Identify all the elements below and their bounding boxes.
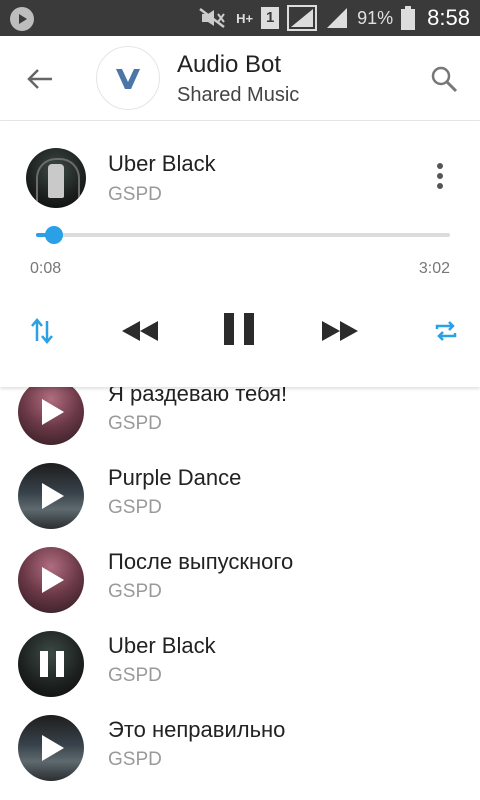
track-title: Purple Dance — [108, 465, 242, 490]
track-artist: GSPD — [108, 413, 162, 434]
app-bar: Audio Bot Shared Music — [0, 36, 480, 121]
track-artist: GSPD — [108, 497, 162, 518]
now-playing-cover — [26, 148, 86, 208]
now-playing-title: Uber Black — [108, 151, 216, 176]
page-title: Audio Bot — [177, 51, 282, 78]
play-status-icon — [10, 7, 34, 31]
search-icon[interactable] — [430, 65, 458, 93]
list-item[interactable]: Purple Dance GSPD — [0, 453, 480, 537]
battery-icon — [401, 6, 416, 30]
track-title: После выпускного — [108, 549, 294, 574]
status-icons: H+ 1 91% 8:58 — [198, 0, 470, 36]
play-icon[interactable] — [42, 735, 64, 761]
track-title: Uber Black — [108, 633, 216, 658]
track-list: Я раздеваю тебя! GSPD Purple Dance GSPD … — [0, 387, 480, 800]
seek-bar-thumb[interactable] — [45, 226, 64, 244]
now-playing-panel: Uber Black GSPD 0:08 3:02 — [0, 121, 480, 387]
previous-icon[interactable] — [120, 317, 160, 345]
list-item[interactable]: Я раздеваю тебя! GSPD — [0, 387, 480, 453]
play-icon[interactable] — [42, 567, 64, 593]
track-cover — [18, 715, 84, 781]
pause-icon[interactable] — [40, 651, 66, 677]
signal-icon-1 — [287, 5, 318, 31]
track-artist: GSPD — [108, 665, 162, 686]
track-cover — [18, 463, 84, 529]
sim-indicator: 1 — [261, 7, 280, 29]
track-title: Это неправильно — [108, 717, 286, 742]
status-bar: H+ 1 91% 8:58 — [0, 0, 480, 36]
list-item[interactable]: Это неправильно GSPD — [0, 705, 480, 789]
track-artist: GSPD — [108, 749, 162, 770]
page-subtitle: Shared Music — [177, 84, 300, 106]
track-cover — [18, 631, 84, 697]
pause-icon[interactable] — [222, 311, 256, 347]
back-arrow-icon[interactable] — [24, 63, 56, 95]
play-icon[interactable] — [42, 399, 64, 425]
track-cover — [18, 387, 84, 445]
signal-icon-2 — [327, 8, 348, 28]
more-options-icon[interactable] — [436, 163, 444, 193]
sort-icon[interactable] — [28, 317, 56, 345]
clock: 8:58 — [427, 5, 470, 30]
mute-icon — [199, 8, 225, 28]
battery-percent: 91% — [357, 7, 394, 28]
vk-logo-icon — [116, 69, 140, 89]
next-icon[interactable] — [320, 317, 360, 345]
track-title: Я раздеваю тебя! — [108, 387, 288, 406]
avatar[interactable] — [96, 46, 160, 110]
total-time: 3:02 — [418, 260, 450, 277]
play-icon[interactable] — [42, 483, 64, 509]
track-artist: GSPD — [108, 581, 162, 602]
now-playing-artist: GSPD — [108, 184, 162, 205]
track-cover — [18, 547, 84, 613]
list-item[interactable]: Uber Black GSPD — [0, 621, 480, 705]
repeat-icon[interactable] — [432, 317, 460, 345]
list-item[interactable]: После выпускного GSPD — [0, 537, 480, 621]
seek-bar[interactable] — [36, 226, 450, 244]
current-time: 0:08 — [30, 260, 62, 277]
network-type-label: H+ — [236, 10, 254, 26]
